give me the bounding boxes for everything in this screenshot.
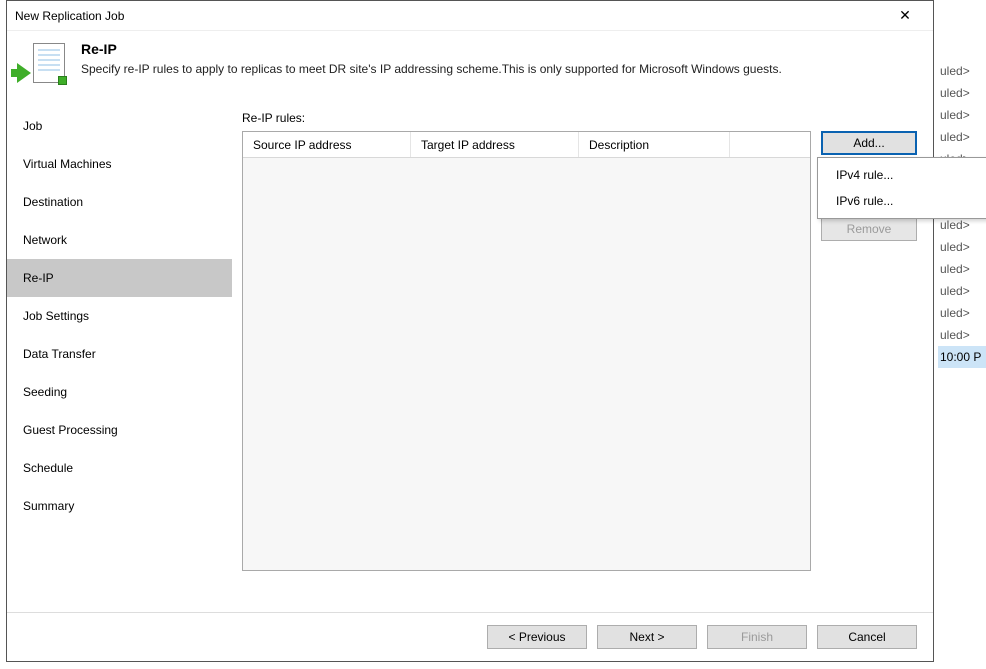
dialog-header: Re-IP Specify re-IP rules to apply to re… [7, 31, 933, 103]
sidebar-item-label: Seeding [23, 385, 67, 399]
sidebar-item-schedule[interactable]: Schedule [7, 449, 232, 487]
sidebar-item-guest-processing[interactable]: Guest Processing [7, 411, 232, 449]
replication-job-dialog: New Replication Job ✕ Re-IP Specify re-I… [6, 0, 934, 662]
add-button-label: Add... [853, 136, 884, 150]
add-ipv4-rule[interactable]: IPv4 rule... [818, 162, 986, 188]
close-button[interactable]: ✕ [885, 2, 925, 30]
cancel-label: Cancel [848, 630, 885, 644]
sidebar-item-job[interactable]: Job [7, 107, 232, 145]
dialog-body: Job Virtual Machines Destination Network… [7, 103, 933, 612]
header-text: Re-IP Specify re-IP rules to apply to re… [81, 41, 782, 77]
wizard-footer: < Previous Next > Finish Cancel [7, 612, 933, 661]
rules-label: Re-IP rules: [242, 111, 917, 125]
wizard-steps-sidebar: Job Virtual Machines Destination Network… [7, 103, 232, 612]
sidebar-item-label: Job Settings [23, 309, 89, 323]
reip-rules-table[interactable]: Source IP address Target IP address Desc… [242, 131, 811, 571]
remove-rule-button: Remove [821, 217, 917, 241]
main-panel: Re-IP rules: Source IP address Target IP… [232, 103, 933, 612]
sidebar-item-label: Schedule [23, 461, 73, 475]
add-rule-dropdown: IPv4 rule... IPv6 rule... [817, 157, 986, 219]
background-time-fragment: 10:00 P [938, 346, 986, 368]
sidebar-item-reip[interactable]: Re-IP [7, 259, 232, 297]
cancel-button[interactable]: Cancel [817, 625, 917, 649]
finish-label: Finish [741, 630, 773, 644]
titlebar: New Replication Job ✕ [7, 1, 933, 31]
table-header: Source IP address Target IP address Desc… [243, 132, 810, 158]
dialog-title: New Replication Job [15, 9, 885, 23]
add-ipv6-rule[interactable]: IPv6 rule... [818, 188, 986, 214]
sidebar-item-job-settings[interactable]: Job Settings [7, 297, 232, 335]
dropdown-item-label: IPv6 rule... [836, 194, 893, 208]
remove-button-label: Remove [847, 222, 892, 236]
sidebar-item-label: Guest Processing [23, 423, 118, 437]
dropdown-item-label: IPv4 rule... [836, 168, 893, 182]
sidebar-item-label: Destination [23, 195, 83, 209]
sidebar-item-data-transfer[interactable]: Data Transfer [7, 335, 232, 373]
previous-label: < Previous [508, 630, 565, 644]
sidebar-item-label: Network [23, 233, 67, 247]
header-description: Specify re-IP rules to apply to replicas… [81, 61, 782, 77]
sidebar-item-label: Virtual Machines [23, 157, 112, 171]
next-label: Next > [629, 630, 664, 644]
close-icon: ✕ [899, 7, 911, 24]
col-target-ip[interactable]: Target IP address [411, 132, 579, 157]
col-source-ip[interactable]: Source IP address [243, 132, 411, 157]
add-rule-button[interactable]: Add... [821, 131, 917, 155]
finish-button: Finish [707, 625, 807, 649]
sidebar-item-seeding[interactable]: Seeding [7, 373, 232, 411]
sidebar-item-virtual-machines[interactable]: Virtual Machines [7, 145, 232, 183]
col-description[interactable]: Description [579, 132, 730, 157]
col-spacer [730, 132, 810, 157]
sidebar-item-label: Re-IP [23, 271, 54, 285]
sidebar-item-network[interactable]: Network [7, 221, 232, 259]
sidebar-item-label: Data Transfer [23, 347, 96, 361]
header-title: Re-IP [81, 41, 782, 57]
rules-actions: Add... IPv4 rule... IPv6 rule... Remove [821, 131, 917, 185]
sidebar-item-label: Job [23, 119, 42, 133]
reip-icon [19, 41, 67, 89]
next-button[interactable]: Next > [597, 625, 697, 649]
sidebar-item-destination[interactable]: Destination [7, 183, 232, 221]
previous-button[interactable]: < Previous [487, 625, 587, 649]
sidebar-item-label: Summary [23, 499, 74, 513]
sidebar-item-summary[interactable]: Summary [7, 487, 232, 525]
